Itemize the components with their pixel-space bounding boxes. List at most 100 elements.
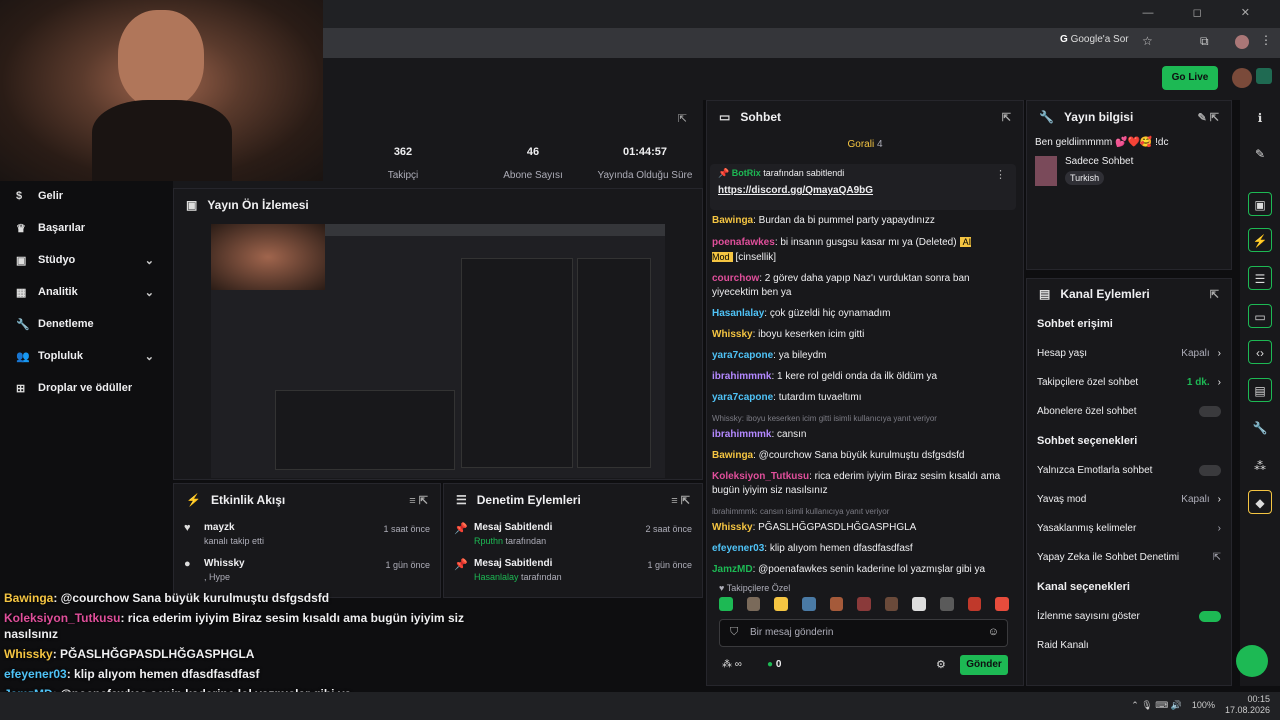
emote-icon[interactable]	[746, 597, 761, 611]
raid-row[interactable]: Raid Kanalı	[1027, 631, 1231, 660]
emote-icon[interactable]	[884, 597, 899, 611]
chat-message[interactable]: poenafawkes: bi insanın gusgsu kasar mı …	[712, 235, 1018, 265]
emote-icon[interactable]	[774, 597, 788, 611]
chat-message[interactable]: Bawinga: Burdan da bi pummel party yapay…	[712, 214, 1018, 228]
chat-rail-icon[interactable]: ▭	[1248, 304, 1272, 328]
chat-username[interactable]: poenafawkes	[712, 237, 775, 248]
preview-rail-icon[interactable]: ▣	[1248, 192, 1272, 216]
gift-rail-icon[interactable]: ◆	[1248, 490, 1272, 514]
chat-message[interactable]: courchow: 2 görev daha yapıp Naz'ı vurdu…	[712, 272, 1018, 300]
chat-username[interactable]: JamzMD	[712, 564, 753, 575]
sidebar-item[interactable]: 👥 Topluluk ⌄	[0, 340, 172, 372]
chat-message[interactable]: yara7capone: tutardım tuvaeltımı	[712, 391, 1018, 405]
followers-chat-row[interactable]: Takipçilere özel sohbet 1 dk. ›	[1027, 368, 1231, 397]
chat-username[interactable]: Hasanlalay	[712, 308, 764, 319]
sidebar-item[interactable]: ▣ Stüdyo ⌄	[0, 244, 172, 276]
account-age-row[interactable]: Hesap yaşı Kapalı ›	[1027, 339, 1231, 368]
chat-message[interactable]: efeyener03: klip alıyom hemen dfasdfasdf…	[712, 542, 1018, 556]
infinity-icon[interactable]: ⁂ ∞	[722, 659, 742, 670]
chat-username[interactable]: yara7capone	[712, 350, 773, 361]
sidebar-item[interactable]: $ Gelir	[0, 180, 172, 212]
chat-username[interactable]: ibrahimmmk	[712, 429, 771, 440]
sidebar-item[interactable]: ⊞ Droplar ve ödüller	[0, 372, 172, 404]
share-rail-icon[interactable]: ⁂	[1248, 454, 1272, 478]
list-rail-icon[interactable]: ☰	[1248, 266, 1272, 290]
chat-username[interactable]: courchow	[712, 273, 759, 284]
edit-icon[interactable]: ✎ ⇱	[1198, 111, 1220, 124]
emote-icon[interactable]	[719, 597, 733, 611]
ai-mod-row[interactable]: Yapay Zeka ile Sohbet Denetimi ⇱	[1027, 543, 1231, 572]
wrench-rail-icon[interactable]: 🔧	[1248, 416, 1272, 440]
chat-message[interactable]: Koleksiyon_Tutkusu: rica ederim iyiyim B…	[712, 470, 1018, 498]
chat-username[interactable]: yara7capone	[712, 392, 773, 403]
lightning-rail-icon[interactable]: ⚡	[1248, 228, 1272, 252]
moderation-item[interactable]: 📌 Mesaj Sabitlendi Hasanlalay tarafından 1 …	[444, 552, 702, 588]
filter-icon[interactable]: ≡ ⇱	[671, 494, 690, 507]
google-ask-button[interactable]: G Google'a Sor	[1060, 34, 1129, 45]
chat-message[interactable]: JamzMD: @poenafawkes senin kaderine lol …	[712, 563, 1018, 577]
info-icon[interactable]: ℹ	[1248, 106, 1272, 130]
show-viewers-toggle[interactable]	[1199, 611, 1221, 622]
channel-rail-icon[interactable]: ▤	[1248, 378, 1272, 402]
chat-username[interactable]: Bawinga	[712, 450, 753, 461]
expand-icon[interactable]: ⇱	[678, 112, 687, 125]
tray-icons[interactable]: ⌃ 🎙 ⌨ 🔊	[1131, 700, 1182, 711]
pinned-message[interactable]: 📌 BotRix tarafından sabitlendi https://d…	[710, 164, 1016, 210]
chat-input[interactable]: ⛉ Bir mesaj gönderin ☺	[719, 619, 1008, 647]
more-icon[interactable]: ⋮	[995, 168, 1006, 181]
emote-icon[interactable]	[829, 597, 844, 611]
app-switcher-icon[interactable]	[1256, 68, 1272, 84]
emote-icon[interactable]	[857, 597, 871, 611]
chat-username[interactable]: ibrahimmmk	[712, 371, 771, 382]
popout-icon[interactable]: ⇱	[1210, 288, 1219, 301]
stream-preview-video[interactable]	[211, 224, 665, 478]
sidebar-item[interactable]: 🔧 Denetleme	[0, 308, 172, 340]
support-chat-button[interactable]	[1236, 645, 1268, 677]
go-live-button[interactable]: Go Live	[1162, 66, 1218, 90]
user-avatar[interactable]	[1232, 68, 1252, 88]
sidebar-item[interactable]: ▦ Analitik ⌄	[0, 276, 172, 308]
popout-icon[interactable]: ⇱	[1002, 111, 1011, 124]
emote-icon[interactable]	[940, 597, 954, 611]
send-button[interactable]: Gönder	[960, 655, 1008, 675]
chat-username[interactable]: Bawinga	[712, 215, 753, 226]
window-controls[interactable]: — ◻ ✕	[1143, 6, 1268, 19]
settings-icon[interactable]: ⚙	[936, 658, 946, 671]
chat-message[interactable]: Hasanlalay: çok güzeldi hiç oynamadım	[712, 307, 1018, 321]
event-item[interactable]: ♥ mayzk kanalı takip etti 1 saat önce	[174, 516, 440, 552]
banned-words-row[interactable]: Yasaklanmış kelimeler ›	[1027, 514, 1231, 543]
chat-message[interactable]: ibrahimmmk: 1 kere rol geldi onda da ilk…	[712, 370, 1018, 384]
pinned-label: tarafından sabitlendi	[763, 168, 845, 178]
emote-icon[interactable]	[995, 597, 1010, 611]
pencil-icon[interactable]: ✎	[1248, 142, 1272, 166]
subs-chat-toggle[interactable]	[1199, 406, 1221, 417]
bookmark-star-icon[interactable]: ☆	[1142, 34, 1153, 48]
channel-title: Kanal Eylemleri	[1060, 287, 1150, 301]
emote-only-label: Yalnızca Emotlarla sohbet	[1037, 465, 1153, 476]
chat-username[interactable]: Whissky	[712, 329, 753, 340]
chat-message[interactable]: ibrahimmmk: cansın	[712, 428, 1018, 442]
emote-icon[interactable]	[912, 597, 927, 611]
extensions-icon[interactable]: ⧉	[1200, 34, 1209, 49]
emote-only-toggle[interactable]	[1199, 465, 1221, 476]
emote-icon[interactable]	[967, 597, 982, 611]
heart-icon: ♥	[184, 522, 191, 534]
pinned-link[interactable]: https://discord.gg/QmayaQA9bG	[710, 183, 1016, 198]
browser-menu-icon[interactable]: ⋮	[1260, 33, 1272, 47]
sidebar-item[interactable]: ♛ Başarılar	[0, 212, 172, 244]
filter-icon[interactable]: ≡ ⇱	[409, 494, 428, 507]
chat-message[interactable]: Whissky: iboyu keserken icim gitti	[712, 328, 1018, 342]
moderation-item[interactable]: 📌 Mesaj Sabitlendi Rputhn tarafından 2 saat…	[444, 516, 702, 552]
profile-avatar[interactable]	[1235, 35, 1249, 49]
chat-username[interactable]: Whissky	[712, 522, 753, 533]
chat-message[interactable]: Whissky: PĞASLHĞGPASDLHĞGASPHGLA	[712, 521, 1018, 535]
chat-username[interactable]: Koleksiyon_Tutkusu	[712, 471, 809, 482]
chat-message[interactable]: Bawinga: @courchow Sana büyük kurulmuştu…	[712, 449, 1018, 463]
emoji-icon[interactable]: ☺	[988, 626, 999, 638]
code-rail-icon[interactable]: ‹›	[1248, 340, 1272, 364]
slow-mode-row[interactable]: Yavaş mod Kapalı ›	[1027, 485, 1231, 514]
chat-message[interactable]: yara7capone: ya bileydm	[712, 349, 1018, 363]
chat-username[interactable]: efeyener03	[712, 543, 764, 554]
event-item[interactable]: ● Whissky , Hype 1 gün önce	[174, 552, 440, 588]
emote-icon[interactable]	[801, 597, 816, 611]
